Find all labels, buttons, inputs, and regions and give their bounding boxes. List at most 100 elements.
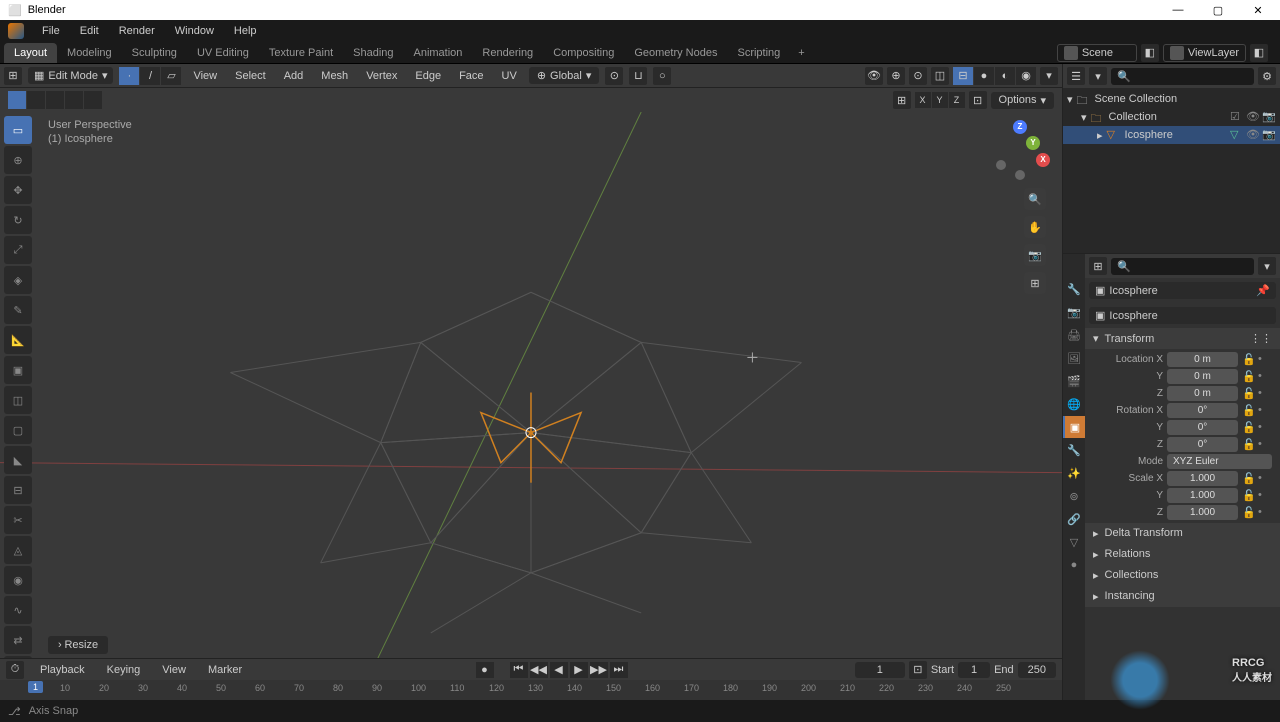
vp-menu-vertex[interactable]: Vertex xyxy=(360,68,403,84)
gizmo-toggle-button[interactable]: ⊕ xyxy=(887,67,905,85)
timeline-playback[interactable]: Playback xyxy=(34,662,91,678)
add-cube-tool[interactable]: ▣ xyxy=(4,356,32,384)
scale-y-field[interactable]: 1.000 xyxy=(1167,488,1238,503)
rot-z-field[interactable]: 0° xyxy=(1167,437,1238,452)
tab-world[interactable]: 🌐 xyxy=(1063,393,1085,415)
panel-instancing-header[interactable]: ▸Instancing xyxy=(1085,586,1280,607)
keyframe-icon[interactable]: • xyxy=(1258,404,1272,418)
axis-z-button[interactable]: Z xyxy=(949,92,965,108)
lock-icon[interactable]: 🔓 xyxy=(1242,506,1256,520)
tab-viewlayer[interactable]: 🖼 xyxy=(1063,347,1085,369)
gizmo-neg-z-icon[interactable] xyxy=(1015,170,1025,180)
axis-x-button[interactable]: X xyxy=(915,92,931,108)
shading-material-button[interactable]: ◐ xyxy=(995,67,1015,85)
outliner-filter-button[interactable]: ⚙ xyxy=(1258,67,1276,85)
mode-selector[interactable]: ▦ Edit Mode ▾ xyxy=(28,67,113,84)
camera-icon[interactable]: 📷 xyxy=(1024,244,1046,266)
select-tool[interactable]: ▭ xyxy=(4,116,32,144)
viewlayer-new-button[interactable]: ◧ xyxy=(1250,44,1268,62)
tab-modeling[interactable]: Modeling xyxy=(57,43,122,63)
lock-icon[interactable]: 🔓 xyxy=(1242,438,1256,452)
current-frame-field[interactable]: 1 xyxy=(855,662,905,678)
measure-tool[interactable]: 📐 xyxy=(4,326,32,354)
tab-sculpting[interactable]: Sculpting xyxy=(122,43,187,63)
pivot-button[interactable]: ⊙ xyxy=(605,67,623,85)
jump-end-button[interactable]: ⏭ xyxy=(610,662,628,678)
panel-delta-header[interactable]: ▸Delta Transform xyxy=(1085,523,1280,544)
mesh-edit-options-icon[interactable]: ⊞ xyxy=(893,91,911,109)
lasso-select-button[interactable] xyxy=(65,91,83,109)
keyframe-icon[interactable]: • xyxy=(1258,370,1272,384)
operator-hint[interactable]: › Resize xyxy=(48,636,108,654)
perspective-icon[interactable]: ⊞ xyxy=(1024,272,1046,294)
annotate-tool[interactable]: ✎ xyxy=(4,296,32,324)
close-button[interactable]: ✕ xyxy=(1244,4,1272,17)
menu-help[interactable]: Help xyxy=(226,23,265,39)
prop-search[interactable]: 🔍 xyxy=(1111,258,1254,275)
select-all-button[interactable] xyxy=(84,91,102,109)
nav-gizmo[interactable]: Z Y X xyxy=(990,120,1050,180)
timeline-marker[interactable]: Marker xyxy=(202,662,248,678)
outliner-display-mode[interactable]: ▾ xyxy=(1089,67,1107,85)
options-dropdown[interactable]: Options ▾ xyxy=(991,92,1054,109)
lock-icon[interactable]: 🔓 xyxy=(1242,404,1256,418)
breadcrumb-object[interactable]: ▣ Icosphere 📌 xyxy=(1089,282,1276,299)
tab-scripting[interactable]: Scripting xyxy=(727,43,790,63)
exclude-toggle[interactable]: ☑ xyxy=(1230,110,1244,124)
tab-shading[interactable]: Shading xyxy=(343,43,403,63)
vp-menu-face[interactable]: Face xyxy=(453,68,489,84)
keyframe-icon[interactable]: • xyxy=(1258,472,1272,486)
tab-object[interactable]: ▣ xyxy=(1063,416,1085,438)
maximize-button[interactable]: ▢ xyxy=(1204,4,1232,17)
zoom-icon[interactable]: 🔍 xyxy=(1024,188,1046,210)
pin-icon[interactable]: 📌 xyxy=(1256,284,1270,297)
transform-tool[interactable]: ◈ xyxy=(4,266,32,294)
inset-tool[interactable]: ▢ xyxy=(4,416,32,444)
shading-options-button[interactable]: ▾ xyxy=(1040,67,1058,85)
frame-range-icon[interactable]: ⊡ xyxy=(909,661,927,679)
scene-new-button[interactable]: ◧ xyxy=(1141,44,1159,62)
knife-tool[interactable]: ✂ xyxy=(4,506,32,534)
tab-physics[interactable]: ⊚ xyxy=(1063,485,1085,507)
panel-collections-header[interactable]: ▸Collections xyxy=(1085,565,1280,586)
lock-icon[interactable]: 🔓 xyxy=(1242,353,1256,367)
outliner-search[interactable]: 🔍 xyxy=(1111,68,1254,85)
rot-y-field[interactable]: 0° xyxy=(1167,420,1238,435)
keyframe-icon[interactable]: • xyxy=(1258,421,1272,435)
tab-uv-editing[interactable]: UV Editing xyxy=(187,43,259,63)
edge-slide-tool[interactable]: ⇄ xyxy=(4,626,32,654)
play-reverse-button[interactable]: ◀ xyxy=(550,662,568,678)
auto-merge-button[interactable]: ⊡ xyxy=(969,91,987,109)
viewport-3d[interactable]: User Perspective (1) Icosphere ▭ ⊕ ✥ ↻ ⤢… xyxy=(0,112,1062,658)
tab-animation[interactable]: Animation xyxy=(404,43,473,63)
timeline-keying[interactable]: Keying xyxy=(101,662,147,678)
tab-render[interactable]: 📷 xyxy=(1063,301,1085,323)
loc-x-field[interactable]: 0 m xyxy=(1167,352,1238,367)
lock-icon[interactable]: 🔓 xyxy=(1242,387,1256,401)
prev-key-button[interactable]: ◀◀ xyxy=(530,662,548,678)
tab-material[interactable]: ● xyxy=(1063,554,1085,576)
tab-compositing[interactable]: Compositing xyxy=(543,43,624,63)
visibility-toggle[interactable]: 👁 xyxy=(1246,110,1260,124)
loc-y-field[interactable]: 0 m xyxy=(1167,369,1238,384)
keyframe-icon[interactable]: • xyxy=(1258,438,1272,452)
edge-select-button[interactable]: / xyxy=(140,67,160,85)
visibility-toggle[interactable]: 👁 xyxy=(1246,128,1260,142)
cursor-tool[interactable]: ⊕ xyxy=(4,146,32,174)
shading-wireframe-button[interactable]: ⊟ xyxy=(953,67,973,85)
gizmo-y-icon[interactable]: Y xyxy=(1026,136,1040,150)
panel-transform-header[interactable]: ▾ Transform ⋮⋮ xyxy=(1085,328,1280,349)
keyframe-icon[interactable]: • xyxy=(1258,387,1272,401)
auto-key-button[interactable]: ● xyxy=(476,662,494,678)
render-toggle[interactable]: 📷 xyxy=(1262,110,1276,124)
prop-editor-icon[interactable]: ⊞ xyxy=(1089,257,1107,275)
lock-icon[interactable]: 🔓 xyxy=(1242,472,1256,486)
smooth-tool[interactable]: ∿ xyxy=(4,596,32,624)
gizmo-neg-y-icon[interactable] xyxy=(996,160,1006,170)
timeline-ruler[interactable]: 1 10203040506070809010011012013014015016… xyxy=(0,680,1062,700)
scale-tool[interactable]: ⤢ xyxy=(4,236,32,264)
xray-button[interactable]: ◫ xyxy=(931,67,949,85)
loc-z-field[interactable]: 0 m xyxy=(1167,386,1238,401)
axis-y-button[interactable]: Y xyxy=(932,92,948,108)
gizmo-z-icon[interactable]: Z xyxy=(1013,120,1027,134)
